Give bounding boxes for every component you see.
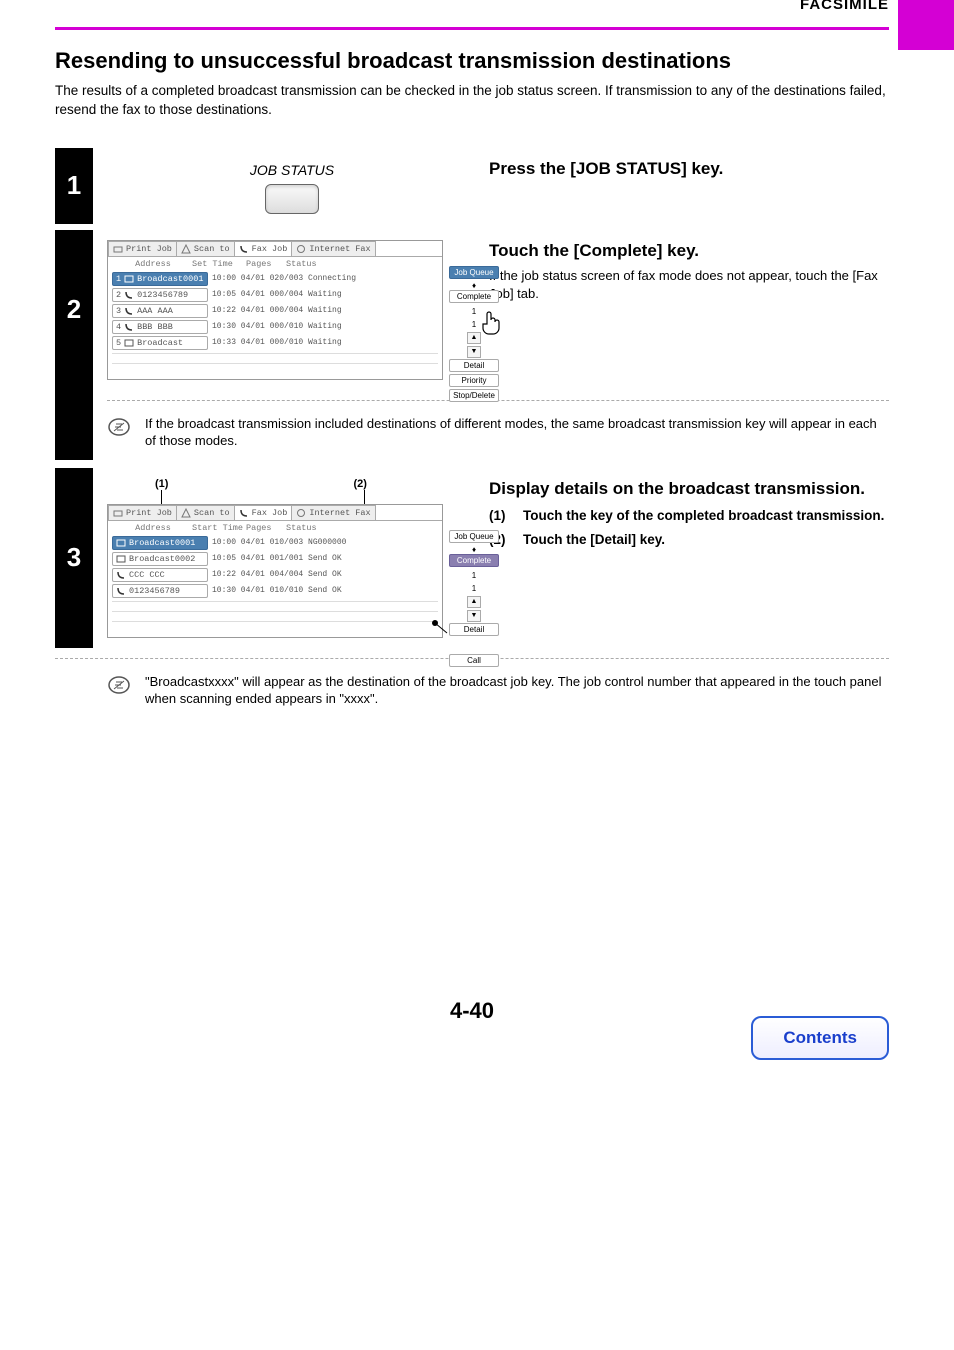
job-row-info: 10:22 04/01 000/004 Waiting (208, 306, 342, 315)
job-row-info: 10:05 04/01 000/004 Waiting (208, 290, 342, 299)
step-3-note: "Broadcastxxxx" will appear as the desti… (145, 673, 889, 708)
hand-pointer-icon (477, 310, 505, 345)
tab-internet-fax[interactable]: Internet Fax (291, 241, 375, 256)
job-queue-button[interactable]: Job Queue (449, 266, 499, 279)
job-row-button[interactable]: 1Broadcast0001 (112, 272, 208, 286)
substep-text: Touch the key of the completed broadcast… (523, 507, 884, 525)
col-status: Status (286, 523, 330, 533)
job-row-button[interactable]: 5Broadcast (112, 336, 208, 350)
page-indicator: 1 (472, 571, 476, 580)
broadcast-job-button[interactable]: Broadcast0002 (112, 552, 208, 566)
job-row-info: 10:30 04/01 010/010 Send OK (208, 586, 342, 595)
step-1-title: Press the [JOB STATUS] key. (489, 158, 889, 179)
col-start-time: Start Time (192, 523, 246, 533)
priority-button[interactable]: Priority (449, 374, 499, 387)
note-icon (107, 673, 131, 702)
scroll-down-button[interactable]: ▼ (467, 610, 481, 622)
step-3-title: Display details on the broadcast transmi… (489, 478, 889, 499)
callout-1: (1) (155, 478, 168, 490)
job-row-button[interactable]: 3AAA AAA (112, 304, 208, 318)
tab-print-job[interactable]: Print Job (108, 241, 177, 256)
note-icon (107, 415, 131, 444)
job-row-button[interactable]: 4BBB BBB (112, 320, 208, 334)
tab-scan-to[interactable]: Scan to (176, 241, 235, 256)
stop-delete-button[interactable]: Stop/Delete (449, 389, 499, 402)
tab-scan-to[interactable]: Scan to (176, 505, 235, 520)
call-button[interactable]: Call (449, 654, 499, 667)
job-row-button[interactable]: 0123456789 (112, 584, 208, 598)
job-status-key-icon (265, 184, 319, 214)
job-row-info: 10:00 04/01 010/003 NG000000 (208, 538, 346, 547)
broadcast-job-button[interactable]: Broadcast0001 (112, 536, 208, 550)
job-queue-button[interactable]: Job Queue (449, 530, 499, 543)
job-row-info: 10:22 04/01 004/004 Send OK (208, 570, 342, 579)
callout-pointer-icon (429, 617, 451, 643)
panel-side-column: Job Queue ♦ Complete 1 1 ▲ ▼ Detail Call (449, 530, 499, 669)
col-status: Status (286, 259, 330, 269)
step-number: 1 (55, 148, 93, 224)
job-row-info: 10:30 04/01 000/010 Waiting (208, 322, 342, 331)
page-indicator: 1 (472, 320, 476, 329)
step-2-note: If the broadcast transmission included d… (145, 415, 889, 450)
note: If the broadcast transmission included d… (107, 411, 889, 460)
scroll-up-button[interactable]: ▲ (467, 596, 481, 608)
step-2-title: Touch the [Complete] key. (489, 240, 889, 261)
step-1: 1 JOB STATUS Press the [JOB STATUS] key. (55, 148, 889, 224)
header-rule (55, 27, 889, 30)
contents-button[interactable]: Contents (751, 1016, 889, 1060)
col-address: Address (114, 523, 192, 533)
note: "Broadcastxxxx" will appear as the desti… (55, 669, 889, 718)
page-indicator: 1 (472, 307, 476, 316)
substep-text: Touch the [Detail] key. (523, 531, 665, 549)
tab-fax-job[interactable]: Fax Job (234, 241, 293, 256)
job-row-button[interactable]: 20123456789 (112, 288, 208, 302)
substep-number: (1) (489, 507, 523, 525)
col-set-time: Set Time (192, 259, 246, 269)
detail-button[interactable]: Detail (449, 623, 499, 636)
scroll-down-button[interactable]: ▼ (467, 346, 481, 358)
page-indicator: 1 (472, 584, 476, 593)
job-status-panel-complete: Print Job Scan to Fax Job Internet Fax A… (107, 504, 443, 638)
job-row-button[interactable]: CCC CCC (112, 568, 208, 582)
job-row-info: 10:33 04/01 000/010 Waiting (208, 338, 342, 347)
job-row-info: 10:05 04/01 001/001 Send OK (208, 554, 342, 563)
job-row-info: 10:00 04/01 020/003 Connecting (208, 274, 356, 283)
job-status-panel: Print Job Scan to Fax Job Internet Fax A… (107, 240, 443, 380)
page-title: Resending to unsuccessful broadcast tran… (55, 48, 889, 74)
step-number: 3 (55, 468, 93, 648)
intro-text: The results of a completed broadcast tra… (55, 82, 889, 120)
callout-2: (2) (353, 478, 366, 490)
detail-button[interactable]: Detail (449, 359, 499, 372)
complete-button[interactable]: Complete (449, 290, 499, 303)
col-pages: Pages (246, 523, 286, 533)
tab-internet-fax[interactable]: Internet Fax (291, 505, 375, 520)
tab-fax-job[interactable]: Fax Job (234, 505, 293, 520)
section-header: FACSIMILE (55, 0, 889, 13)
col-pages: Pages (246, 259, 286, 269)
tab-print-job[interactable]: Print Job (108, 505, 177, 520)
col-address: Address (114, 259, 192, 269)
step-number: 2 (55, 230, 93, 390)
complete-button[interactable]: Complete (449, 554, 499, 567)
step-2: 2 Print Job Scan to Fax Job Internet Fax… (55, 230, 889, 390)
job-status-key-label: JOB STATUS (107, 162, 477, 178)
step-2-desc: If the job status screen of fax mode doe… (489, 267, 889, 302)
section-side-tab (898, 0, 954, 50)
step-3: 3 (1) (2) Print Job Scan to Fax Job (55, 468, 889, 648)
